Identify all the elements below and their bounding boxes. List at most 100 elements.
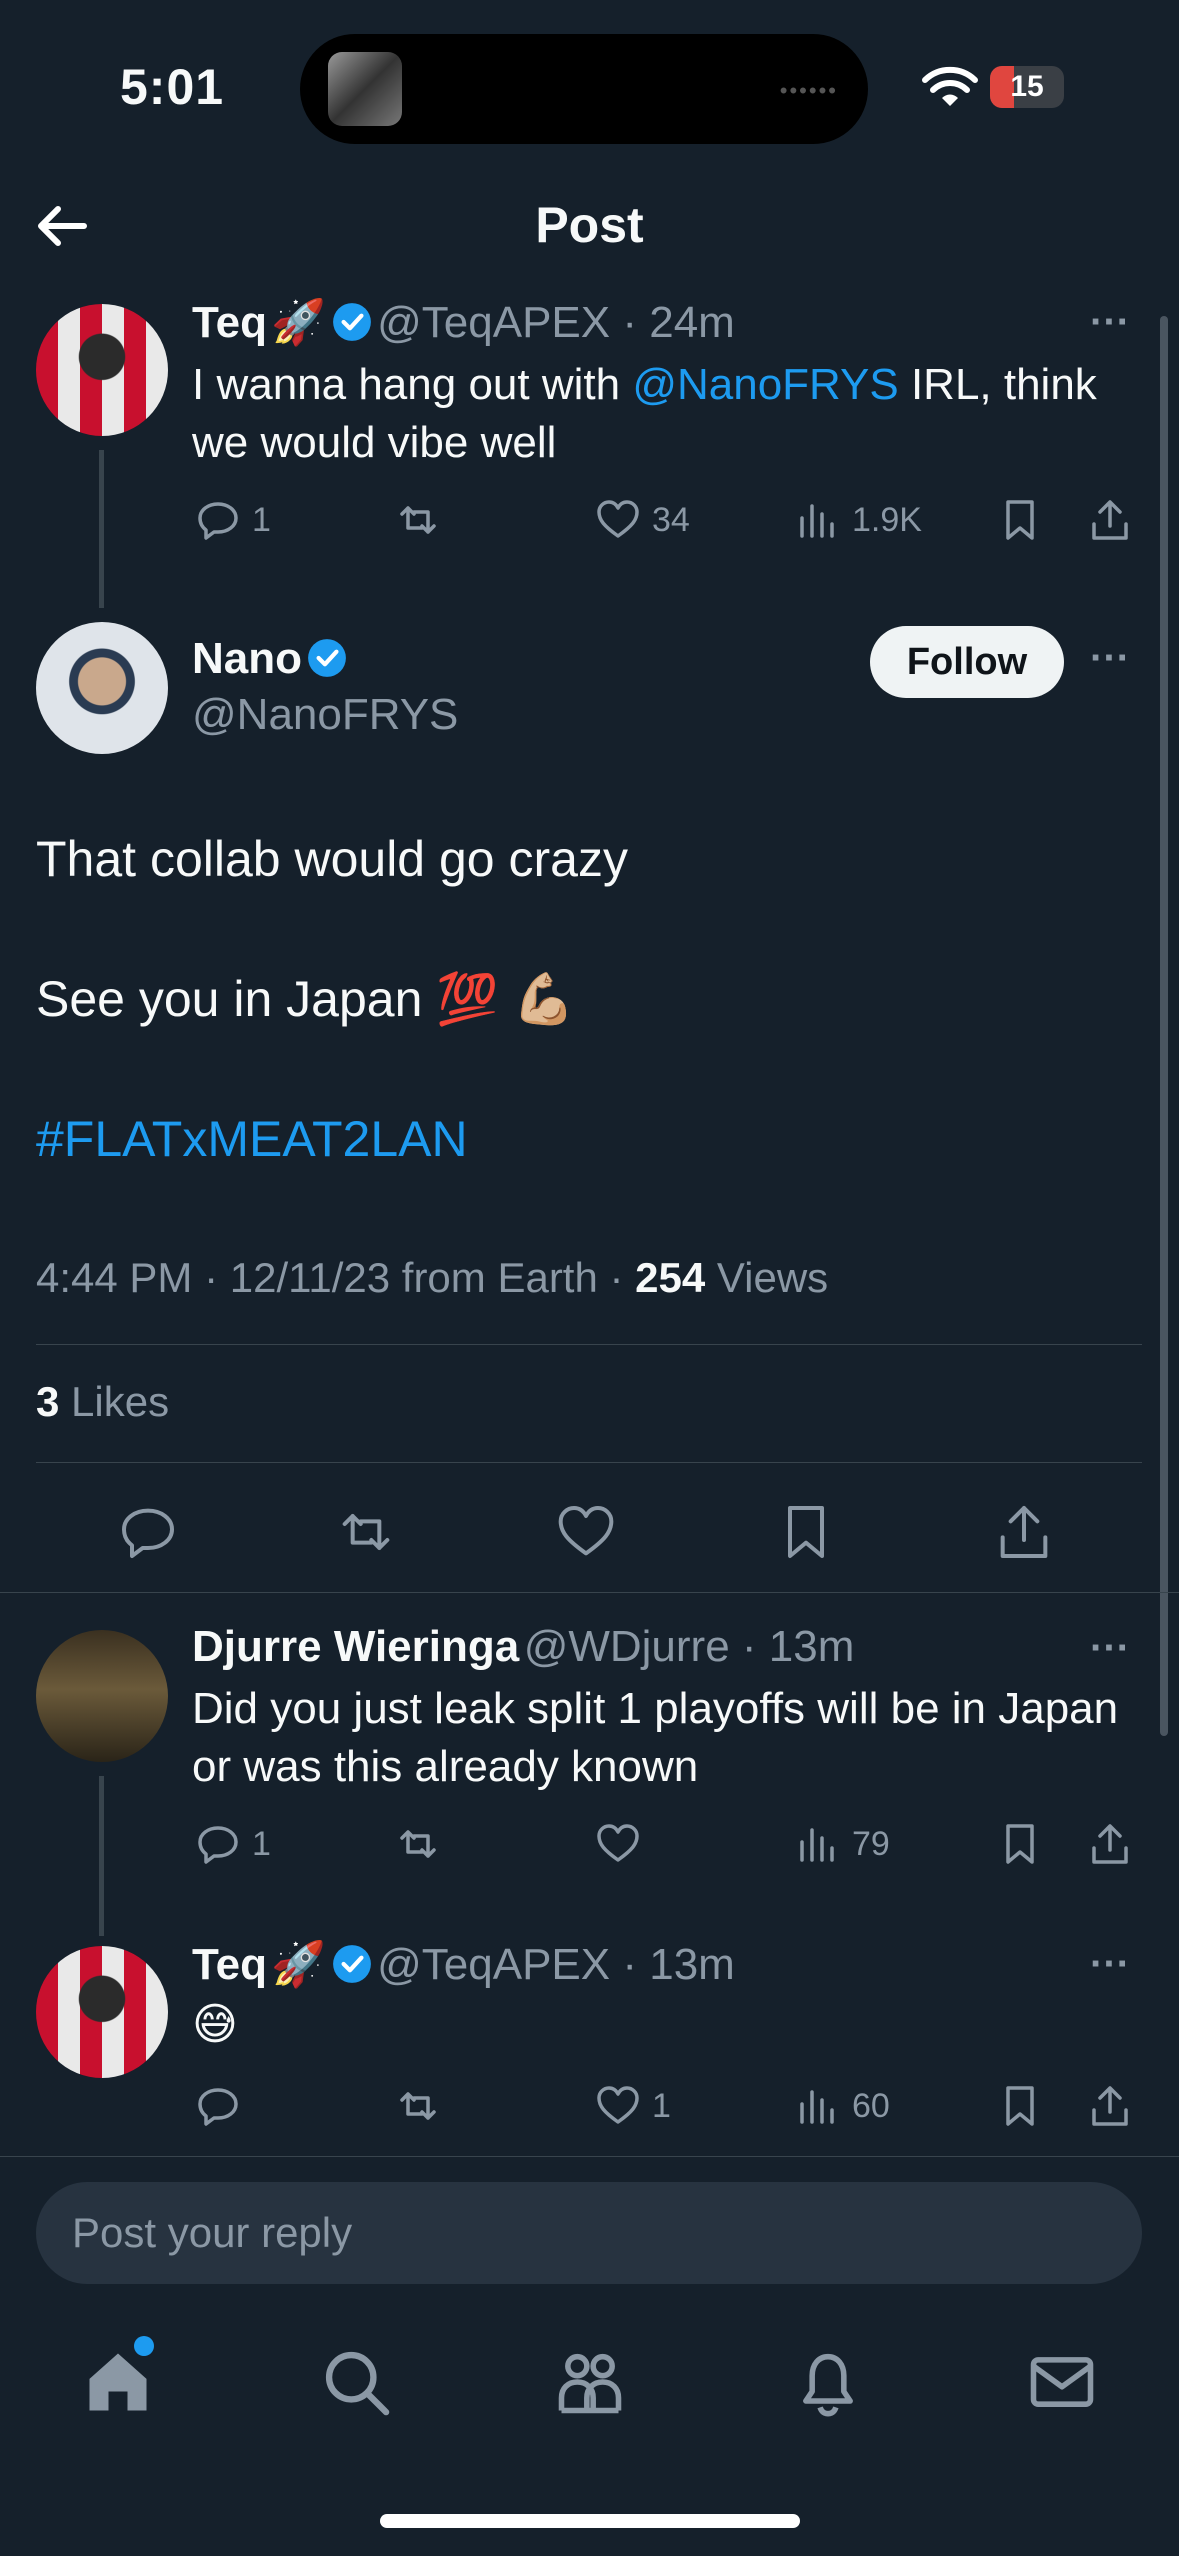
thread-line	[99, 1776, 104, 1936]
repost-button[interactable]	[394, 1820, 442, 1868]
search-icon[interactable]	[318, 2344, 394, 2420]
share-icon	[1092, 500, 1128, 540]
reply-icon	[198, 502, 238, 540]
tweet-text: 😅	[192, 2000, 238, 2049]
island-activity-icon: ••••••	[779, 78, 838, 103]
views-label: Views	[705, 1254, 829, 1301]
views-button[interactable]: 1.9K	[794, 496, 922, 544]
reply-icon[interactable]	[116, 1500, 180, 1564]
analytics-icon	[800, 504, 834, 538]
share-button[interactable]	[1086, 2082, 1134, 2130]
more-options-icon[interactable]: ···	[1090, 300, 1130, 345]
avatar[interactable]	[36, 1630, 168, 1762]
messages-icon[interactable]	[1024, 2344, 1100, 2420]
views-button[interactable]: 79	[794, 1820, 890, 1868]
repost-icon[interactable]	[334, 1500, 398, 1564]
now-playing-thumbnail	[328, 52, 402, 126]
repost-icon	[400, 1830, 436, 1858]
share-button[interactable]	[1086, 1820, 1134, 1868]
verified-badge-icon	[308, 639, 347, 677]
bookmark-button[interactable]	[996, 1820, 1044, 1868]
more-options-icon[interactable]: ···	[1090, 1942, 1130, 1987]
post-timestamp: 4:44 PM · 12/11/23 from Earth ·	[36, 1254, 636, 1301]
heart-icon	[597, 500, 639, 538]
share-icon	[1092, 2086, 1128, 2126]
tweet-text-line: That collab would go crazy	[36, 831, 628, 887]
rocket-emoji: 🚀	[271, 1940, 327, 1989]
views-button[interactable]: 60	[794, 2082, 890, 2130]
divider	[36, 1462, 1142, 1463]
repost-button[interactable]	[394, 2082, 442, 2130]
divider	[0, 2156, 1179, 2157]
notifications-icon[interactable]	[790, 2344, 866, 2420]
avatar[interactable]	[36, 304, 168, 436]
avatar[interactable]	[36, 622, 168, 754]
dynamic-island: ••••••	[300, 34, 868, 144]
like-button[interactable]	[594, 1820, 642, 1868]
share-icon	[1092, 1824, 1128, 1864]
divider	[0, 1592, 1179, 1593]
tweet-text: I wanna hang out with @NanoFRYS IRL, thi…	[192, 360, 1097, 467]
display-name[interactable]: Teq	[192, 298, 267, 347]
likes-summary[interactable]: 3 Likes	[36, 1378, 169, 1426]
avatar[interactable]	[36, 1946, 168, 2078]
follow-button[interactable]: Follow	[870, 626, 1064, 698]
repost-button[interactable]	[394, 496, 442, 544]
home-indicator[interactable]	[380, 2514, 800, 2528]
tweet-header: Teq 🚀 @TeqAPEX · 13m	[192, 1940, 735, 1989]
display-name[interactable]: Djurre Wieringa	[192, 1622, 519, 1671]
display-name[interactable]: Teq	[192, 1940, 267, 1989]
heart-icon[interactable]	[554, 1500, 618, 1564]
more-options-icon[interactable]: ···	[1090, 1626, 1130, 1671]
bookmark-icon	[1006, 2086, 1034, 2126]
handle[interactable]: @TeqAPEX	[377, 298, 610, 347]
like-button[interactable]: 34	[594, 496, 690, 544]
bookmark-icon	[1006, 1824, 1034, 1864]
handle[interactable]: @NanoFRYS	[192, 690, 458, 740]
wifi-icon	[922, 66, 978, 106]
divider	[36, 1344, 1142, 1345]
scrollbar[interactable]	[1160, 316, 1168, 1736]
hashtag-link[interactable]: #FLATxMEAT2LAN	[36, 1110, 468, 1168]
bookmark-icon	[1006, 500, 1034, 540]
battery-indicator: 15	[990, 66, 1064, 108]
tweet-header: Djurre Wieringa @WDjurre · 13m	[192, 1622, 855, 1671]
communities-icon[interactable]	[552, 2344, 628, 2420]
thread-line	[99, 450, 104, 608]
analytics-icon	[800, 1828, 834, 1862]
verified-badge-icon	[332, 1945, 371, 1983]
reply-button[interactable]	[194, 2082, 242, 2130]
verified-badge-icon	[332, 303, 371, 341]
timestamp: 13m	[768, 1622, 855, 1671]
rocket-emoji: 🚀	[271, 298, 327, 347]
analytics-icon	[800, 2090, 834, 2124]
share-icon[interactable]	[992, 1500, 1056, 1564]
tweet-text-line: See you in Japan 💯 💪🏼	[36, 971, 575, 1027]
bookmark-button[interactable]	[996, 496, 1044, 544]
notification-dot	[134, 2336, 154, 2356]
heart-icon	[597, 1824, 639, 1862]
reply-input[interactable]: Post your reply	[36, 2182, 1142, 2284]
share-button[interactable]	[1086, 496, 1134, 544]
handle[interactable]: @WDjurre	[524, 1622, 730, 1671]
bookmark-icon[interactable]	[774, 1500, 838, 1564]
tweet-header: Teq 🚀 @TeqAPEX · 24m	[192, 298, 735, 347]
reply-button[interactable]: 1	[194, 496, 271, 544]
display-name[interactable]: Nano	[192, 634, 302, 683]
reply-icon	[198, 1826, 238, 1864]
views-count: 254	[635, 1254, 706, 1301]
like-button[interactable]: 1	[594, 2082, 671, 2130]
timestamp: 13m	[649, 1940, 735, 1989]
more-options-icon[interactable]: ···	[1090, 636, 1130, 681]
tweet-meta: 4:44 PM · 12/11/23 from Earth · 254 View…	[36, 1254, 828, 1302]
mention-link[interactable]: @NanoFRYS	[632, 360, 898, 409]
repost-icon	[400, 506, 436, 534]
reply-button[interactable]: 1	[194, 1820, 271, 1868]
page-title: Post	[535, 197, 644, 253]
status-time: 5:01	[120, 59, 225, 115]
repost-icon	[400, 2092, 436, 2120]
tweet-text: Did you just leak split 1 playoffs will …	[192, 1684, 1119, 1791]
timestamp: 24m	[649, 298, 735, 347]
bookmark-button[interactable]	[996, 2082, 1044, 2130]
handle[interactable]: @TeqAPEX	[377, 1940, 610, 1989]
